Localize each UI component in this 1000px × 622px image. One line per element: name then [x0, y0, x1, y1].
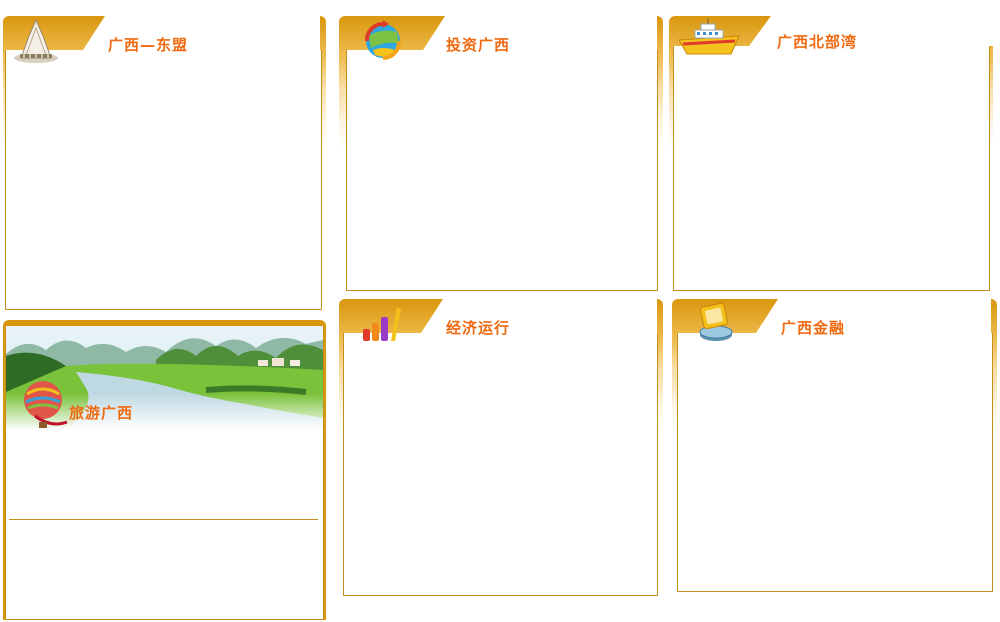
- panel-guangxi-asean: 广西—东盟: [3, 16, 326, 313]
- panel-title[interactable]: 广西北部湾: [777, 31, 857, 52]
- panel-body: [343, 333, 658, 596]
- coin-icon: [696, 301, 736, 347]
- panel-beibu-gulf: 广西北部湾: [669, 16, 993, 294]
- bar-chart-icon: [359, 303, 403, 347]
- panel-body: [673, 46, 990, 291]
- panel-title[interactable]: 广西金融: [781, 317, 845, 338]
- panel-economy: 经济运行: [339, 299, 663, 599]
- hot-air-balloon-icon: [21, 378, 69, 436]
- panel-tourism-guangxi: 旅游广西: [3, 320, 326, 620]
- globe-icon: [361, 18, 405, 68]
- stadium-icon: [11, 18, 61, 68]
- panel-title[interactable]: 旅游广西: [69, 402, 133, 423]
- panel-title[interactable]: 广西—东盟: [108, 34, 188, 55]
- panel-finance: 广西金融: [672, 299, 997, 595]
- panel-title[interactable]: 投资广西: [446, 34, 510, 55]
- panel-body: [677, 333, 993, 592]
- panel-title[interactable]: 经济运行: [446, 317, 510, 338]
- panel-body: [5, 50, 322, 310]
- ship-icon: [677, 18, 741, 62]
- panel-body: [346, 50, 658, 291]
- panel-divider: [9, 519, 318, 520]
- panel-invest-guangxi: 投资广西: [339, 16, 663, 295]
